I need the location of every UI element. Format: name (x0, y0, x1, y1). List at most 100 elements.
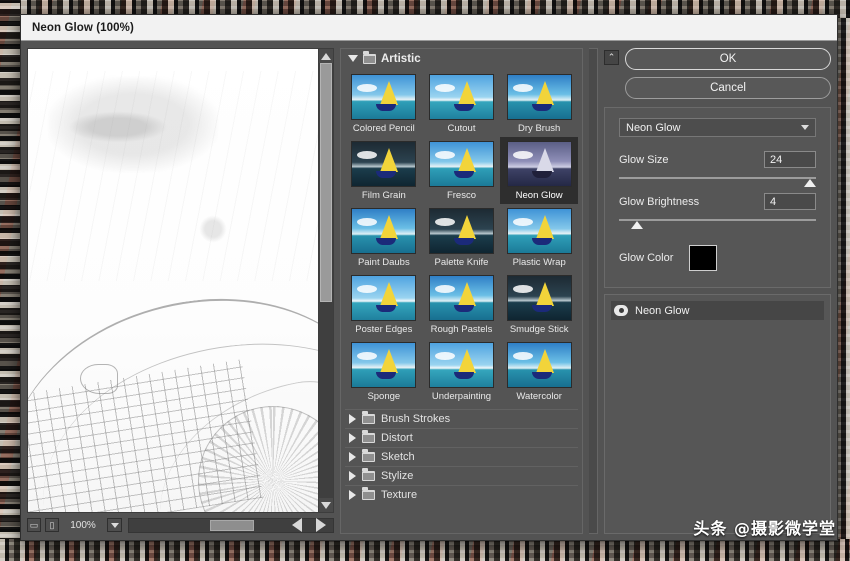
filter-thumbnail-dry-brush[interactable]: Dry Brush (500, 70, 578, 137)
category-row-brush-strokes[interactable]: Brush Strokes (345, 409, 578, 428)
parameter-glow-size: Glow Size 24 (619, 151, 817, 187)
dialog-title: Neon Glow (100%) (32, 21, 134, 34)
preview-vertical-scrollbar[interactable] (319, 48, 334, 513)
triangle-right-icon[interactable] (349, 433, 356, 443)
category-header-artistic[interactable]: Artistic (345, 49, 578, 68)
filter-thumbnail-image (351, 74, 417, 120)
filter-settings-box: Neon Glow Glow Size 24 Glow Brightness 4 Gl… (604, 107, 831, 288)
preview-horizontal-scroll-thumb[interactable] (210, 519, 255, 531)
parameter-slider[interactable] (619, 173, 817, 187)
filter-thumbnail-sponge[interactable]: Sponge (345, 338, 423, 405)
list-item[interactable]: Neon Glow (611, 301, 824, 320)
preview-vertical-scroll-thumb[interactable] (320, 63, 332, 303)
scroll-right-icon[interactable] (309, 518, 333, 532)
scroll-up-icon[interactable] (319, 49, 333, 63)
applied-filters-list: Neon Glow (604, 294, 831, 534)
zoom-level-value[interactable]: 100% (63, 520, 103, 531)
thumbnail-hull (453, 372, 474, 379)
filter-thumbnail-label: Poster Edges (355, 324, 413, 335)
eye-icon[interactable] (614, 305, 628, 316)
filter-thumbnail-image (506, 74, 572, 120)
thumbnail-hull (531, 372, 552, 379)
ok-button[interactable]: OK (625, 48, 831, 70)
thumbnail-hull (376, 372, 397, 379)
filter-thumbnail-label: Cutout (447, 123, 476, 134)
action-button-column: OK Cancel (625, 48, 831, 99)
filter-thumbnail-poster-edges[interactable]: Poster Edges (345, 271, 423, 338)
thumbnail-cloud (434, 285, 455, 293)
preview-footer: ▭ ▯ 100% (27, 513, 334, 534)
double-chevron-up-icon[interactable]: ⌃ (604, 50, 619, 65)
triangle-right-icon[interactable] (349, 452, 356, 462)
filter-thumbnail-smudge-stick[interactable]: Smudge Stick (500, 271, 578, 338)
filter-thumbnail-fresco[interactable]: Fresco (423, 137, 501, 204)
preview-vertical-scroll-track[interactable] (319, 63, 333, 498)
preview-canvas[interactable] (27, 48, 319, 513)
thumbnail-cloud (512, 84, 533, 92)
filter-thumbnail-image (428, 74, 494, 120)
watermark: 头条 @摄影微学堂 (693, 519, 836, 538)
dialog-titlebar: Neon Glow (100%) (21, 15, 837, 41)
filter-thumbnail-label: Smudge Stick (509, 324, 569, 335)
triangle-right-icon[interactable] (349, 490, 356, 500)
glow-color-swatch[interactable] (689, 245, 718, 271)
parameter-value-input[interactable]: 4 (764, 193, 816, 210)
thumbnail-cloud (357, 84, 378, 92)
thumbnail-cloud (434, 218, 455, 226)
preview-horizontal-scroll-track[interactable] (129, 519, 285, 532)
zoom-in-icon[interactable]: ▯ (45, 518, 59, 532)
filter-thumbnail-palette-knife[interactable]: Palette Knife (423, 204, 501, 271)
triangle-down-icon[interactable] (348, 55, 358, 62)
slider-knob[interactable] (804, 179, 817, 187)
zoom-out-icon[interactable]: ▭ (27, 518, 41, 532)
category-row-sketch[interactable]: Sketch (345, 447, 578, 466)
filter-thumbnail-image (428, 275, 494, 321)
thumbnail-sail (380, 81, 399, 105)
filter-thumbnail-image (351, 141, 417, 187)
filter-select-dropdown[interactable]: Neon Glow (619, 118, 816, 137)
category-row-stylize[interactable]: Stylize (345, 466, 578, 485)
folder-icon (363, 50, 376, 64)
triangle-right-icon[interactable] (349, 471, 356, 481)
thumbnail-cloud (434, 352, 455, 360)
parameter-value-input[interactable]: 24 (764, 151, 816, 168)
scroll-left-icon[interactable] (285, 518, 309, 532)
cancel-button[interactable]: Cancel (625, 77, 831, 99)
applied-filter-name: Neon Glow (635, 304, 690, 317)
thumbnail-hull (453, 171, 474, 178)
glow-color-row: Glow Color (619, 245, 816, 271)
filter-select-value: Neon Glow (626, 121, 681, 134)
thumbnail-sail (457, 349, 476, 373)
filter-thumbnail-film-grain[interactable]: Film Grain (345, 137, 423, 204)
filter-thumbnail-label: Rough Pastels (430, 324, 493, 335)
filter-thumbnail-plastic-wrap[interactable]: Plastic Wrap (500, 204, 578, 271)
thumbnail-cloud (357, 218, 378, 226)
filter-thumbnail-image (428, 342, 494, 388)
filter-thumbnail-neon-glow[interactable]: Neon Glow (500, 137, 578, 204)
filter-thumbnail-image (506, 342, 572, 388)
slider-track[interactable] (619, 219, 816, 221)
triangle-right-icon[interactable] (349, 414, 356, 424)
category-row-texture[interactable]: Texture (345, 485, 578, 504)
filter-thumbnail-rough-pastels[interactable]: Rough Pastels (423, 271, 501, 338)
filter-thumbnail-cutout[interactable]: Cutout (423, 70, 501, 137)
filter-thumbnail-paint-daubs[interactable]: Paint Daubs (345, 204, 423, 271)
folder-icon (362, 468, 375, 481)
filter-thumbnail-underpainting[interactable]: Underpainting (423, 338, 501, 405)
category-row-distort[interactable]: Distort (345, 428, 578, 447)
scroll-down-icon[interactable] (319, 498, 333, 512)
filter-thumbnail-watercolor[interactable]: Watercolor (500, 338, 578, 405)
preview-horizontal-scrollbar[interactable] (128, 517, 334, 533)
category-label: Stylize (381, 470, 414, 482)
filter-thumbnail-colored-pencil[interactable]: Colored Pencil (345, 70, 423, 137)
filter-thumbnail-label: Colored Pencil (352, 123, 415, 134)
thumbnail-sail (535, 148, 554, 172)
filter-thumbnail-image (506, 275, 572, 321)
parameter-slider[interactable] (619, 215, 816, 229)
chevron-down-icon[interactable] (107, 518, 122, 532)
slider-track[interactable] (619, 177, 816, 179)
slider-knob[interactable] (630, 221, 643, 229)
gallery-scrollbar[interactable] (589, 48, 598, 534)
filter-thumbnail-grid: Colored Pencil Cutout Dry Brush Film Grain F… (345, 68, 578, 409)
category-label: Texture (381, 489, 418, 501)
